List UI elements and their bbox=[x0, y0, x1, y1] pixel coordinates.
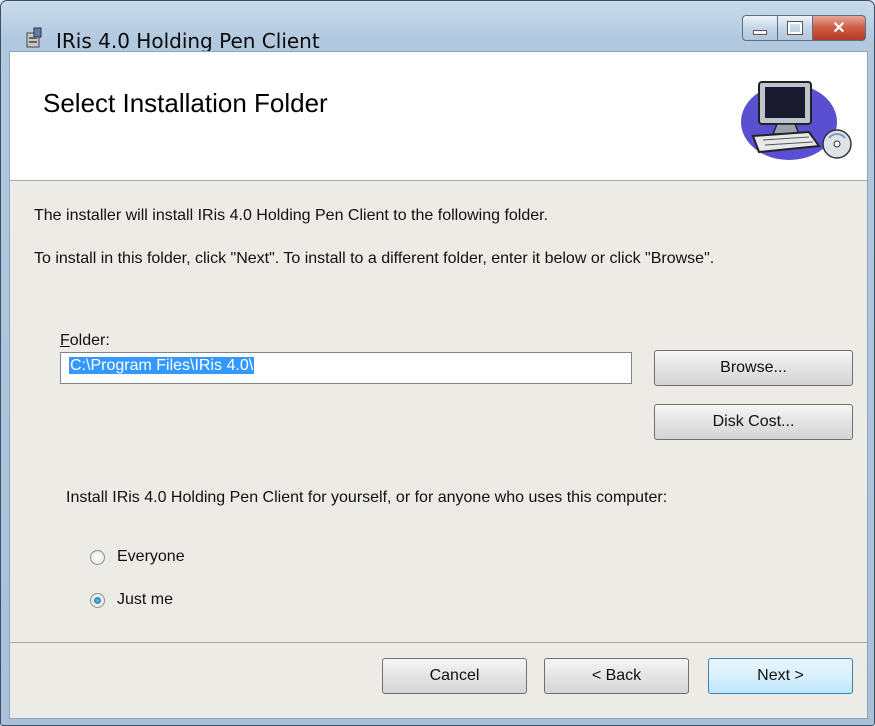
folder-label-accesskey: F bbox=[60, 332, 70, 349]
radio-everyone-indicator[interactable] bbox=[90, 549, 105, 565]
folder-label-text: older: bbox=[69, 332, 110, 349]
disk-cost-button[interactable]: Disk Cost... bbox=[654, 404, 853, 440]
window-title: IRis 4.0 Holding Pen Client bbox=[56, 29, 320, 53]
cancel-button[interactable]: Cancel bbox=[382, 658, 527, 694]
radio-just-me[interactable]: Just me bbox=[90, 591, 173, 609]
browse-button[interactable]: Browse... bbox=[654, 350, 853, 386]
minimize-icon bbox=[753, 29, 767, 35]
wizard-client-area: Select Installation Folder The installer… bbox=[9, 51, 868, 719]
computer-setup-icon bbox=[741, 81, 852, 160]
window-controls: ✕ bbox=[742, 15, 866, 41]
install-instructions-text: To install in this folder, click "Next".… bbox=[34, 250, 715, 267]
disk-cost-label: Disk Cost... bbox=[712, 413, 795, 430]
maximize-button[interactable] bbox=[778, 15, 813, 41]
browse-label: Browse... bbox=[720, 359, 787, 376]
page-title: Select Installation Folder bbox=[43, 88, 328, 118]
cancel-label: Cancel bbox=[429, 667, 480, 684]
maximize-icon bbox=[787, 21, 803, 35]
minimize-button[interactable] bbox=[742, 15, 778, 41]
next-label: Next > bbox=[757, 667, 804, 684]
footer-divider bbox=[10, 642, 867, 643]
close-icon: ✕ bbox=[832, 20, 846, 37]
radio-just-me-indicator[interactable] bbox=[90, 592, 105, 608]
radio-just-me-label: Just me bbox=[117, 591, 174, 608]
installer-window: IRis 4.0 Holding Pen Client ✕ Select Ins… bbox=[0, 0, 875, 726]
back-button[interactable]: < Back bbox=[544, 658, 689, 694]
back-label: < Back bbox=[591, 667, 642, 684]
install-destination-text: The installer will install IRis 4.0 Hold… bbox=[34, 207, 549, 224]
folder-label: Folder: bbox=[60, 332, 110, 350]
wizard-header: Select Installation Folder bbox=[10, 52, 867, 181]
radio-everyone-label: Everyone bbox=[117, 548, 185, 565]
title-bar[interactable]: IRis 4.0 Holding Pen Client ✕ bbox=[1, 1, 874, 53]
folder-path-value: C:\Program Files\IRis 4.0\ bbox=[69, 357, 255, 374]
folder-path-input[interactable]: C:\Program Files\IRis 4.0\ bbox=[60, 352, 632, 384]
close-button[interactable]: ✕ bbox=[813, 15, 866, 41]
next-button[interactable]: Next > bbox=[708, 658, 853, 694]
install-scope-prompt: Install IRis 4.0 Holding Pen Client for … bbox=[66, 489, 668, 506]
radio-everyone[interactable]: Everyone bbox=[90, 548, 185, 566]
installer-app-icon bbox=[26, 27, 42, 48]
